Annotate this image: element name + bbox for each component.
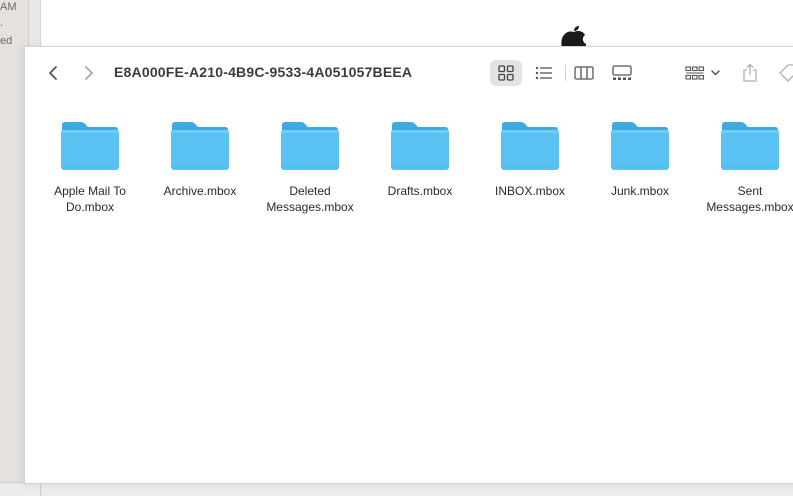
folder-label-line: Messages.mbox — [266, 200, 354, 214]
folder-label-line: Apple Mail To — [54, 184, 126, 198]
folder-icon — [61, 122, 119, 170]
folder-item[interactable]: INBOX.mbox — [475, 119, 585, 199]
tag-button[interactable] — [777, 60, 793, 86]
gallery-view-icon — [612, 65, 632, 80]
folder-label-line: INBOX.mbox — [494, 184, 566, 198]
background-text-snippet: ed — [0, 35, 13, 47]
folder-label-line: Archive.mbox — [163, 184, 237, 198]
folder-icon — [721, 122, 779, 170]
forward-button[interactable] — [77, 61, 101, 85]
folder-label-line: Drafts.mbox — [387, 184, 453, 198]
window-title: E8A000FE-A210-4B9C-9533-4A051057BEEA — [114, 64, 413, 80]
background-text-snippet: AM — [0, 1, 17, 13]
grid-view-icon — [498, 65, 514, 81]
background-window-bottom — [0, 482, 793, 496]
folder-label-line: Junk.mbox — [610, 184, 670, 198]
list-view-button[interactable] — [532, 60, 556, 86]
folder-item[interactable]: Archive.mbox — [145, 119, 255, 199]
folder-label: Sent Messages.mbox — [695, 183, 793, 215]
folder-item[interactable]: Junk.mbox — [585, 119, 695, 199]
toolbar-divider — [565, 65, 566, 81]
toolbar: E8A000FE-A210-4B9C-9533-4A051057BEEA — [25, 47, 793, 99]
finder-window: E8A000FE-A210-4B9C-9533-4A051057BEEA App… — [24, 46, 793, 484]
folder-icon — [501, 122, 559, 170]
folder-label: Deleted Messages.mbox — [255, 183, 365, 215]
icon-view-button[interactable] — [490, 60, 522, 86]
folder-label: Archive.mbox — [145, 183, 255, 199]
group-by-button[interactable] — [683, 60, 723, 86]
folder-icon — [391, 122, 449, 170]
back-button[interactable] — [41, 61, 65, 85]
divider — [40, 483, 41, 496]
share-icon — [743, 63, 757, 82]
folder-icon — [611, 122, 669, 170]
apple-logo-icon — [561, 26, 586, 48]
folder-label: INBOX.mbox — [475, 183, 585, 199]
chevron-left-icon — [49, 66, 57, 80]
file-grid: Apple Mail To Do.mbox Archive.mbox Delet… — [25, 99, 793, 483]
tag-icon — [779, 64, 793, 82]
folder-item[interactable]: Deleted Messages.mbox — [255, 119, 365, 215]
folder-item[interactable]: Drafts.mbox — [365, 119, 475, 199]
folder-icon — [281, 122, 339, 170]
folder-icon — [171, 122, 229, 170]
folder-item[interactable]: Apple Mail To Do.mbox — [35, 119, 145, 215]
folder-label: Drafts.mbox — [365, 183, 475, 199]
chevron-right-icon — [85, 66, 93, 80]
folder-label: Apple Mail To Do.mbox — [35, 183, 145, 215]
folder-label-line: Deleted — [289, 184, 331, 198]
list-view-icon — [535, 66, 552, 80]
group-by-icon — [685, 66, 720, 80]
column-view-button[interactable] — [571, 60, 597, 86]
share-button[interactable] — [739, 60, 761, 86]
folder-label-line: Do.mbox — [65, 200, 115, 214]
gallery-view-button[interactable] — [609, 60, 635, 86]
folder-label-line: Sent — [737, 184, 763, 198]
folder-item[interactable]: Sent Messages.mbox — [695, 119, 793, 215]
folder-label-line: Messages.mbox — [706, 200, 793, 214]
background-text-snippet: . — [0, 17, 4, 29]
folder-label: Junk.mbox — [585, 183, 695, 199]
column-view-icon — [574, 66, 594, 80]
